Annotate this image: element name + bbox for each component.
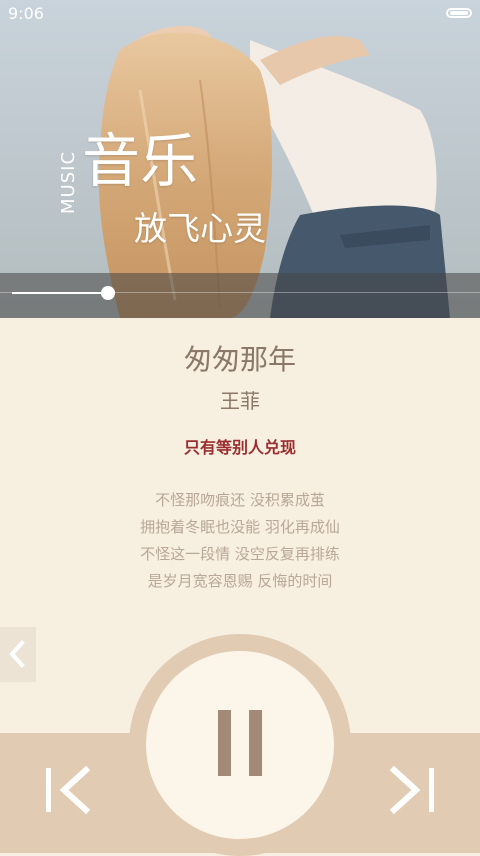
lyric-line: 不怪那吻痕还 没积累成茧 (155, 491, 325, 509)
back-button[interactable] (0, 627, 36, 682)
hero-subtitle: 放飞心灵 (134, 209, 266, 248)
chevron-left-icon (9, 640, 25, 668)
status-time: 9:06 (8, 4, 44, 23)
battery-icon (446, 8, 472, 18)
skip-previous-icon (46, 765, 91, 815)
hero-title: 音乐 (82, 127, 199, 195)
skip-next-icon (389, 765, 434, 815)
music-vertical-label: MUSIC (58, 150, 79, 214)
pause-icon (218, 710, 231, 776)
status-bar: 9:06 (0, 0, 480, 28)
progress-overlay (0, 273, 480, 318)
progress-thumb[interactable] (101, 286, 115, 300)
song-artist: 王菲 (220, 389, 260, 413)
pause-icon (249, 710, 262, 776)
song-title: 匆匆那年 (183, 343, 296, 376)
previous-track-button[interactable] (44, 760, 98, 820)
lyric-line: 拥抱着冬眠也没能 羽化再成仙 (140, 518, 340, 536)
progress-fill (12, 292, 108, 294)
current-lyric: 只有等别人兑现 (183, 438, 296, 457)
lyric-line: 是岁月宽容恩赐 反悔的时间 (147, 572, 333, 590)
lyrics-list: 不怪那吻痕还 没积累成茧 拥抱着冬眠也没能 羽化再成仙 不怪这一段情 没空反复再… (0, 490, 480, 598)
hero-banner: MUSIC 音乐 放飞心灵 (0, 0, 480, 318)
lyric-line: 不怪这一段情 没空反复再排练 (140, 545, 340, 563)
next-track-button[interactable] (382, 760, 436, 820)
pause-button[interactable] (146, 651, 334, 839)
